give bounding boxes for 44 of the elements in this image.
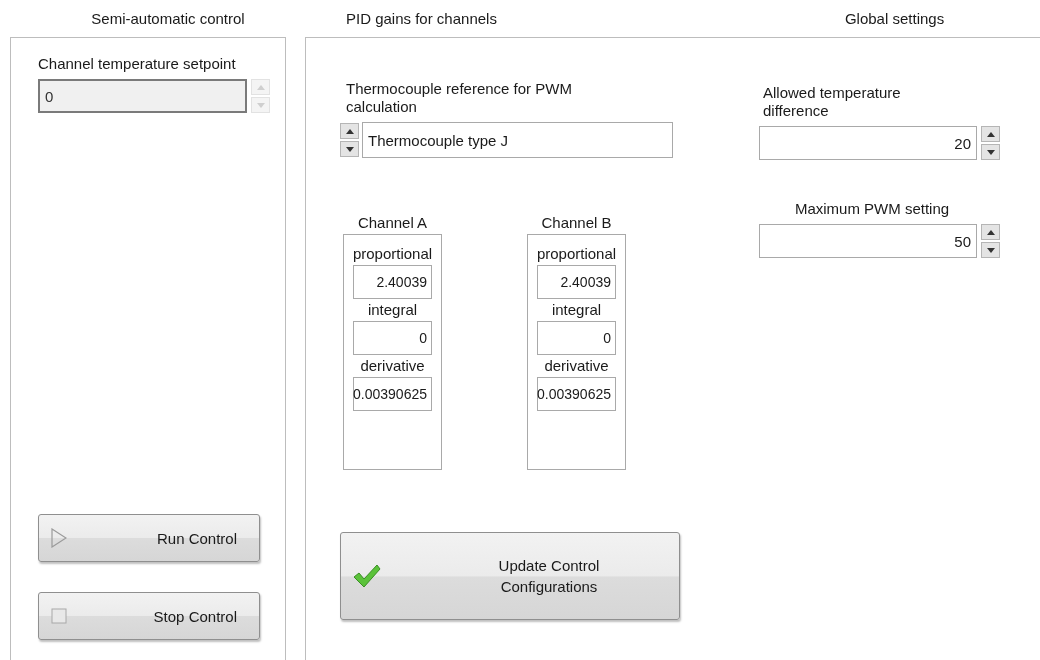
input-field[interactable]: 50 [759, 224, 977, 258]
down-arrow-icon [986, 149, 995, 155]
field-label: Maximum PWM setting [793, 200, 951, 218]
decrement-button[interactable] [981, 144, 1000, 160]
section-title: Global settings [844, 10, 945, 27]
square-icon [51, 608, 67, 624]
input-field[interactable]: 0 [537, 321, 616, 355]
section-title: Semi-automatic control [91, 10, 245, 27]
field-label: Allowed temperature difference [762, 84, 902, 120]
input-field[interactable]: 2.40039 [353, 265, 432, 299]
gain-label: derivative [360, 356, 425, 376]
field-label: Channel temperature setpoint [38, 55, 237, 73]
play-icon [51, 528, 67, 548]
increment-button[interactable] [981, 126, 1000, 142]
up-arrow-icon [986, 229, 995, 235]
ring-field[interactable]: Thermocouple type J [362, 122, 673, 158]
input-field[interactable]: 0 [353, 321, 432, 355]
up-arrow-icon [256, 84, 265, 90]
gain-label: integral [551, 300, 602, 320]
channel-title: Channel B [541, 213, 612, 233]
gain-label: proportional [352, 244, 433, 264]
up-arrow-icon [986, 131, 995, 137]
update-button[interactable]: Update Control Configurations [340, 532, 680, 620]
decrement-button[interactable] [340, 141, 359, 157]
input-field[interactable]: 0.00390625 [353, 377, 432, 411]
run-button[interactable]: Run Control [38, 514, 260, 562]
down-arrow-icon [345, 146, 354, 152]
field-label: Thermocouple reference for PWM calculation [345, 80, 573, 116]
down-arrow-icon [986, 247, 995, 253]
increment-button[interactable] [981, 224, 1000, 240]
input-field[interactable]: 20 [759, 126, 977, 160]
gain-label: integral [367, 300, 418, 320]
stop-button[interactable]: Stop Control [38, 592, 260, 640]
gain-label: derivative [544, 356, 609, 376]
decrement-button[interactable] [981, 242, 1000, 258]
increment-button[interactable] [340, 123, 359, 139]
gain-label: proportional [536, 244, 617, 264]
checkmark-icon [353, 563, 381, 589]
down-arrow-icon [256, 102, 265, 108]
input-field[interactable]: 0.00390625 [537, 377, 616, 411]
input-field[interactable]: 2.40039 [537, 265, 616, 299]
channel-title: Channel A [357, 213, 428, 233]
section-title: PID gains for channels [346, 10, 497, 27]
up-arrow-icon [345, 128, 354, 134]
